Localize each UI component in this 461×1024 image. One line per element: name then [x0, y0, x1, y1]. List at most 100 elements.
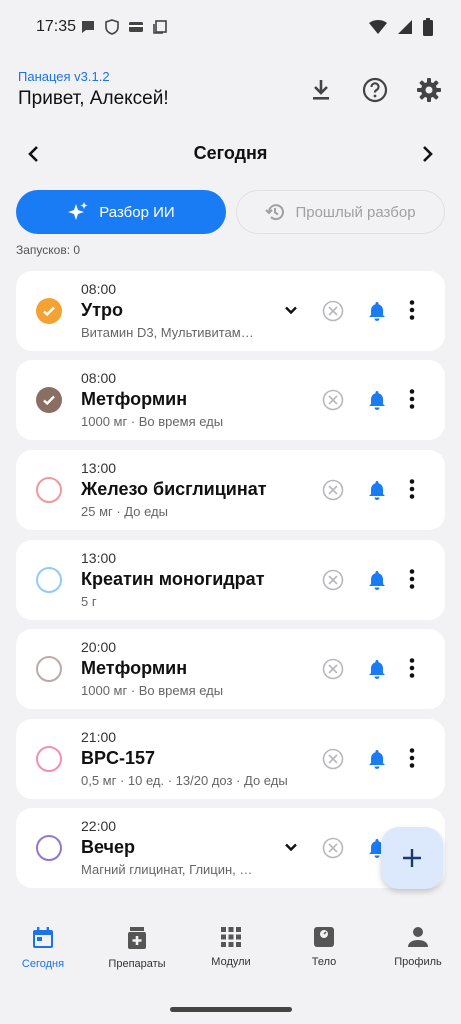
medication-title: BPC-157 [81, 748, 156, 768]
skip-icon[interactable] [322, 569, 344, 591]
copy-icon [153, 20, 167, 34]
checkmark-icon [43, 306, 55, 317]
status-time: 17:35 [36, 18, 77, 35]
medication-icon [128, 927, 146, 949]
medication-details: 5 г [81, 594, 97, 609]
nav-label: Сегодня [21, 958, 65, 970]
skip-icon[interactable] [322, 658, 344, 680]
nav-label: Тело [311, 956, 337, 968]
medication-details: 1000 мг · Во время еды [81, 414, 224, 429]
status-bar: 17:35 [0, 0, 461, 56]
chevron-down-icon[interactable] [282, 838, 300, 856]
medication-time: 21:00 [81, 729, 117, 745]
medication-time: 08:00 [81, 370, 117, 386]
take-checkbox[interactable] [36, 656, 62, 682]
medication-title: Метформин [81, 658, 188, 678]
nav-label: Препараты [108, 958, 166, 970]
bell-icon[interactable] [366, 479, 388, 501]
greeting: Привет, Алексей! [18, 88, 169, 109]
skip-icon[interactable] [322, 837, 344, 859]
nav-item-today[interactable]: Сегодня [0, 926, 89, 970]
take-checkbox[interactable] [36, 835, 62, 861]
more-options-icon[interactable] [409, 388, 415, 410]
settings-button[interactable] [415, 76, 443, 104]
bell-icon[interactable] [366, 748, 388, 770]
medication-card[interactable]: 13:00 Железо бисглицинат 25 мг · До еды [16, 450, 445, 530]
scale-icon [314, 927, 334, 947]
battery-icon [423, 18, 433, 36]
medication-details: Магний глицинат, Глицин, … [81, 862, 253, 877]
take-checkbox[interactable] [36, 567, 62, 593]
history-icon [265, 204, 285, 221]
bell-icon[interactable] [366, 300, 388, 322]
checkmark-icon [43, 395, 55, 406]
ai-analysis-button[interactable]: Разбор ИИ [16, 190, 226, 234]
take-checkbox[interactable] [36, 387, 62, 413]
nav-label: Модули [211, 956, 251, 968]
ai-analysis-label: Разбор ИИ [99, 203, 175, 221]
launch-count: Запусков: 0 [16, 243, 81, 257]
chevron-down-icon[interactable] [282, 301, 300, 319]
sparkle-icon [68, 202, 88, 220]
plus-icon [403, 849, 421, 867]
nav-item-profile[interactable]: Профиль [372, 926, 461, 968]
medication-details: 25 мг · До еды [81, 504, 168, 519]
nav-item-body[interactable]: Тело [278, 926, 370, 968]
chevron-right-icon[interactable] [415, 142, 439, 166]
nav-item-medications[interactable]: Препараты [91, 926, 183, 970]
calendar-icon [33, 927, 53, 948]
shield-icon [105, 19, 119, 35]
card-icon [129, 22, 143, 32]
chat-bubble-icon [82, 21, 94, 33]
previous-analysis-label: Прошлый разбор [295, 203, 416, 221]
bell-icon[interactable] [366, 569, 388, 591]
medication-details: 1000 мг · Во время еды [81, 683, 224, 698]
medication-details: 0,5 мг · 10 ед. · 13/20 доз · До еды [81, 773, 288, 788]
date-navigation: Сегодня [0, 138, 461, 170]
medication-title: Железо бисглицинат [81, 479, 267, 499]
help-icon [362, 77, 388, 103]
status-system-icons [369, 18, 433, 36]
more-options-icon[interactable] [409, 657, 415, 679]
medication-title: Утро [81, 300, 124, 320]
download-button[interactable] [307, 76, 335, 104]
top-actions [307, 76, 443, 104]
take-checkbox[interactable] [36, 477, 62, 503]
status-notification-icons [80, 19, 168, 35]
medication-time: 13:00 [81, 460, 117, 476]
help-button[interactable] [361, 76, 389, 104]
skip-icon[interactable] [322, 300, 344, 322]
more-options-icon[interactable] [409, 747, 415, 769]
bell-icon[interactable] [366, 389, 388, 411]
medication-title: Метформин [81, 389, 188, 409]
more-options-icon[interactable] [409, 299, 415, 321]
nav-item-modules[interactable]: Модули [185, 926, 277, 968]
medication-card[interactable]: 20:00 Метформин 1000 мг · Во время еды [16, 629, 445, 709]
more-options-icon[interactable] [409, 568, 415, 590]
date-label: Сегодня [193, 143, 268, 163]
take-checkbox[interactable] [36, 746, 62, 772]
bell-icon[interactable] [366, 658, 388, 680]
signal-icon [398, 20, 412, 34]
previous-analysis-button[interactable]: Прошлый разбор [236, 190, 445, 234]
take-checkbox[interactable] [36, 298, 62, 324]
medication-time: 22:00 [81, 818, 117, 834]
wifi-icon [369, 20, 387, 34]
medication-title: Креатин моногидрат [81, 569, 265, 589]
medication-time: 13:00 [81, 550, 117, 566]
download-icon [313, 80, 329, 100]
medication-title: Вечер [81, 837, 136, 857]
skip-icon[interactable] [322, 479, 344, 501]
medication-card[interactable]: 21:00 BPC-157 0,5 мг · 10 ед. · 13/20 доз … [16, 719, 445, 799]
more-options-icon[interactable] [409, 478, 415, 500]
medication-time: 20:00 [81, 639, 117, 655]
skip-icon[interactable] [322, 389, 344, 411]
medication-card[interactable]: 08:00 Утро Витамин D3, Мультивитам… [16, 271, 445, 351]
grid-icon [221, 927, 241, 947]
medication-time: 08:00 [81, 281, 117, 297]
medication-card[interactable]: 08:00 Метформин 1000 мг · Во время еды [16, 360, 445, 440]
medication-details: Витамин D3, Мультивитам… [81, 325, 254, 340]
skip-icon[interactable] [322, 748, 344, 770]
add-button[interactable] [381, 827, 443, 889]
medication-card[interactable]: 13:00 Креатин моногидрат 5 г [16, 540, 445, 620]
